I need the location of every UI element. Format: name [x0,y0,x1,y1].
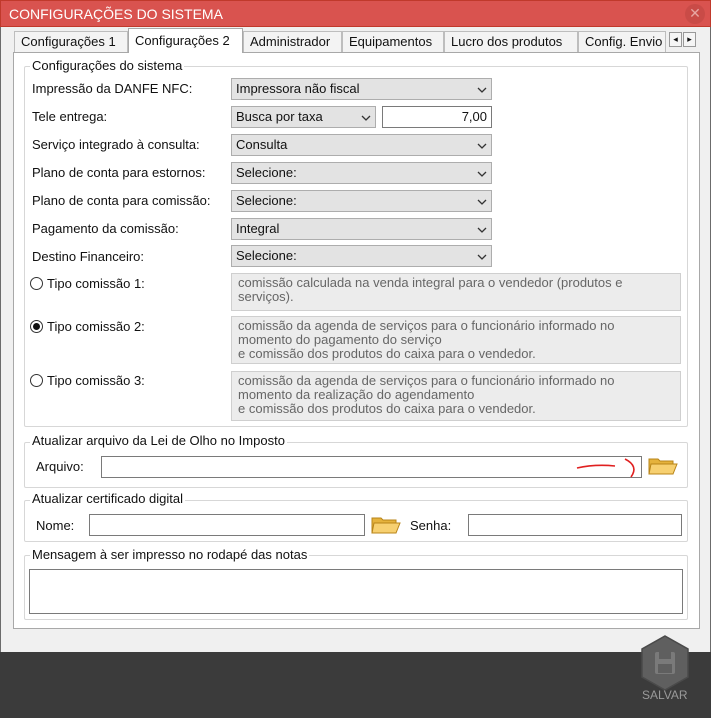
certificado-legend: Atualizar certificado digital [30,491,186,506]
arquivo-input[interactable] [101,456,642,478]
chevron-down-icon [477,199,487,205]
select-value: Consulta [236,137,288,152]
tab-config-envio[interactable]: Config. Envio [578,31,666,52]
tab-label: Equipamentos [349,34,433,49]
tipo-comissao-3-description: comissão da agenda de serviços para o fu… [231,371,681,421]
nome-input[interactable] [89,514,365,536]
folder-icon[interactable] [371,514,401,536]
tele-entrega-label: Tele entrega: [32,109,108,124]
tipo-comissao-2-label[interactable]: Tipo comissão 2: [47,319,145,335]
chevron-down-icon [477,171,487,177]
tipo-comissao-2-description: comissão da agenda de serviços para o fu… [231,316,681,364]
radio-selected-dot [33,323,40,330]
servico-integrado-label: Serviço integrado à consulta: [32,137,200,152]
tab-administrador[interactable]: Administrador [243,31,342,52]
tab-scroll-left-button[interactable]: ◂ [669,32,682,47]
folder-icon[interactable] [648,455,678,477]
save-hexagon-icon [641,635,689,691]
select-value: Selecione: [236,248,297,263]
select-value: Busca por taxa [236,109,323,124]
tab-label: Config. Envio [585,34,663,49]
destino-financeiro-label: Destino Financeiro: [32,249,144,264]
tab-label: Configurações 2 [135,33,230,48]
pagamento-comissao-label: Pagamento da comissão: [32,221,179,236]
plano-estornos-label: Plano de conta para estornos: [32,165,206,180]
system-config-legend: Configurações do sistema [30,58,185,73]
bottom-action-bar [0,652,711,718]
input-value: 7,00 [461,109,487,124]
danfe-select[interactable]: Impressora não fiscal [231,78,492,100]
nome-label: Nome: [36,518,75,533]
olho-imposto-legend: Atualizar arquivo da Lei de Olho no Impo… [30,433,287,448]
tipo-comissao-1-description: comissão calculada na venda integral par… [231,273,681,311]
chevron-down-icon [477,227,487,233]
save-button[interactable]: SALVAR [638,634,692,710]
tipo-comissao-1-label[interactable]: Tipo comissão 1: [47,276,145,292]
chevron-down-icon [477,87,487,93]
tab-lucro-dos-produtos[interactable]: Lucro dos produtos [444,31,578,52]
rodape-message-textarea[interactable] [29,569,683,614]
tipo-comissao-2-radio[interactable] [30,320,43,333]
chevron-right-icon: ▸ [687,34,692,44]
tab-equipamentos[interactable]: Equipamentos [342,31,444,52]
pagamento-comissao-select[interactable]: Integral [231,218,492,240]
plano-comissao-select[interactable]: Selecione: [231,190,492,212]
tipo-comissao-1-radio[interactable] [30,277,43,290]
tipo-comissao-3-label[interactable]: Tipo comissão 3: [47,373,145,389]
tele-entrega-select[interactable]: Busca por taxa [231,106,376,128]
tele-entrega-amount-input[interactable]: 7,00 [382,106,492,128]
plano-estornos-select[interactable]: Selecione: [231,162,492,184]
chevron-down-icon [361,115,371,121]
tab-configuracoes-2[interactable]: Configurações 2 [128,28,243,53]
plano-comissao-label: Plano de conta para comissão: [32,193,211,208]
select-value: Impressora não fiscal [236,81,360,96]
chevron-down-icon [477,143,487,149]
danfe-label: Impressão da DANFE NFC: [32,81,193,96]
tab-label: Lucro dos produtos [451,34,563,49]
red-arrow-annotation-icon [576,458,635,478]
save-label: SALVAR [642,688,688,702]
select-value: Selecione: [236,165,297,180]
close-button[interactable]: ✕ [685,4,705,24]
servico-integrado-select[interactable]: Consulta [231,134,492,156]
tipo-comissao-3-radio[interactable] [30,374,43,387]
rodape-legend: Mensagem à ser impresso no rodapé das no… [30,547,310,562]
window-title: CONFIGURAÇÕES DO SISTEMA [9,6,223,22]
select-value: Integral [236,221,280,236]
tab-label: Administrador [250,34,331,49]
select-value: Selecione: [236,193,297,208]
window-titlebar: CONFIGURAÇÕES DO SISTEMA [0,0,711,27]
destino-financeiro-select[interactable]: Selecione: [231,245,492,267]
close-icon: ✕ [689,5,701,21]
senha-input[interactable] [468,514,682,536]
tab-scroll-right-button[interactable]: ▸ [683,32,696,47]
chevron-left-icon: ◂ [673,34,678,44]
chevron-down-icon [477,254,487,260]
tab-configuracoes-1[interactable]: Configurações 1 [14,31,128,52]
arquivo-label: Arquivo: [36,459,84,474]
tab-label: Configurações 1 [21,34,116,49]
senha-label: Senha: [410,518,452,533]
